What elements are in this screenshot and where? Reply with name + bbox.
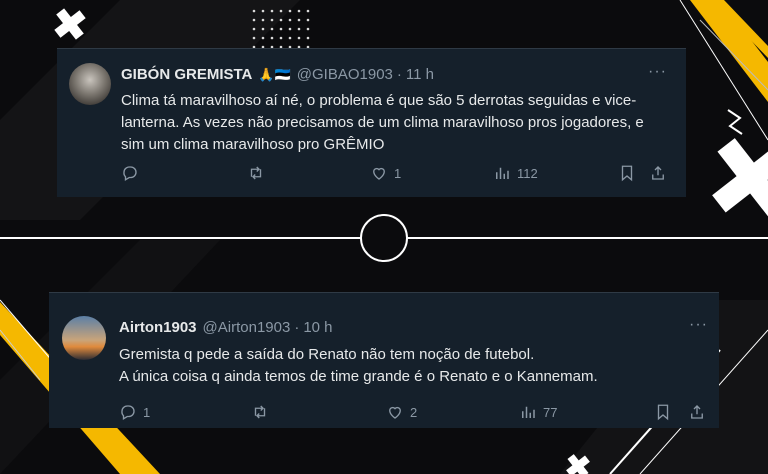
like-count: 1 [394,165,402,181]
tweet-text: Clima tá maravilhoso aí né, o problema é… [121,90,644,156]
reply-button[interactable] [121,164,145,182]
dot-grid-decoration [252,8,314,48]
reply-icon [121,405,135,420]
reply-icon [123,166,137,181]
retweet-icon [254,405,266,419]
views-count: 112 [517,165,538,181]
views-count: 77 [543,404,558,420]
plus-icon [712,138,768,218]
views-button[interactable]: 77 [519,403,557,421]
retweet-button[interactable] [251,403,275,421]
tweet-text-line: lanterna. As vezes não precisamos de um … [121,114,644,131]
share-button[interactable] [688,403,706,421]
tweet-text-line: Gremista q pede a saída do Renato não te… [119,346,535,363]
tweet-card[interactable]: GIBÓN GREMISTA 🙏🇪🇪 @GIBAO1903 · 11 h ···… [57,48,686,197]
like-button[interactable]: 2 [386,403,417,421]
center-circle [360,214,408,262]
author-name[interactable]: GIBÓN GREMISTA [121,66,252,83]
reply-button[interactable]: 1 [119,403,150,421]
views-icon [522,406,535,418]
share-button[interactable] [649,164,667,182]
tweet-text-line: Clima tá maravilhoso aí né, o problema é… [121,92,637,109]
reply-count: 1 [143,404,151,420]
like-icon [373,167,385,180]
retweet-icon [250,166,262,180]
author-handle[interactable]: @Airton1903 [203,319,291,336]
tweet-text-line: A única coisa q ainda temos de time gran… [119,368,598,385]
avatar[interactable] [69,63,111,105]
like-button[interactable]: 1 [370,164,401,182]
more-icon[interactable]: ··· [648,63,667,81]
author-handle[interactable]: @GIBAO1903 [297,66,393,83]
tweet-time[interactable]: 10 h [303,319,332,336]
views-button[interactable]: 112 [493,164,538,182]
bookmark-button[interactable] [654,403,672,421]
views-icon [496,167,509,179]
separator-dot: · [294,319,300,336]
like-icon [389,406,401,419]
share-icon [652,166,664,180]
bookmark-icon [621,165,633,182]
avatar[interactable] [62,316,106,360]
tweet-time[interactable]: 11 h [406,66,434,83]
tweet-card[interactable]: Airton1903 @Airton1903 · 10 h ··· Gremis… [49,292,719,428]
separator-dot: · [396,66,402,83]
bookmark-button[interactable] [618,164,636,182]
more-icon[interactable]: ··· [689,316,708,334]
share-icon [691,405,703,419]
bookmark-icon [657,404,669,421]
author-name[interactable]: Airton1903 [119,319,197,336]
tweet-text: Gremista q pede a saída do Renato não te… [119,344,598,388]
tweet-text-line: sim um clima maravilhoso pro GRÊMIO [121,136,385,153]
author-emoji: 🙏🇪🇪 [258,66,291,82]
retweet-button[interactable] [247,164,271,182]
like-count: 2 [410,404,418,420]
